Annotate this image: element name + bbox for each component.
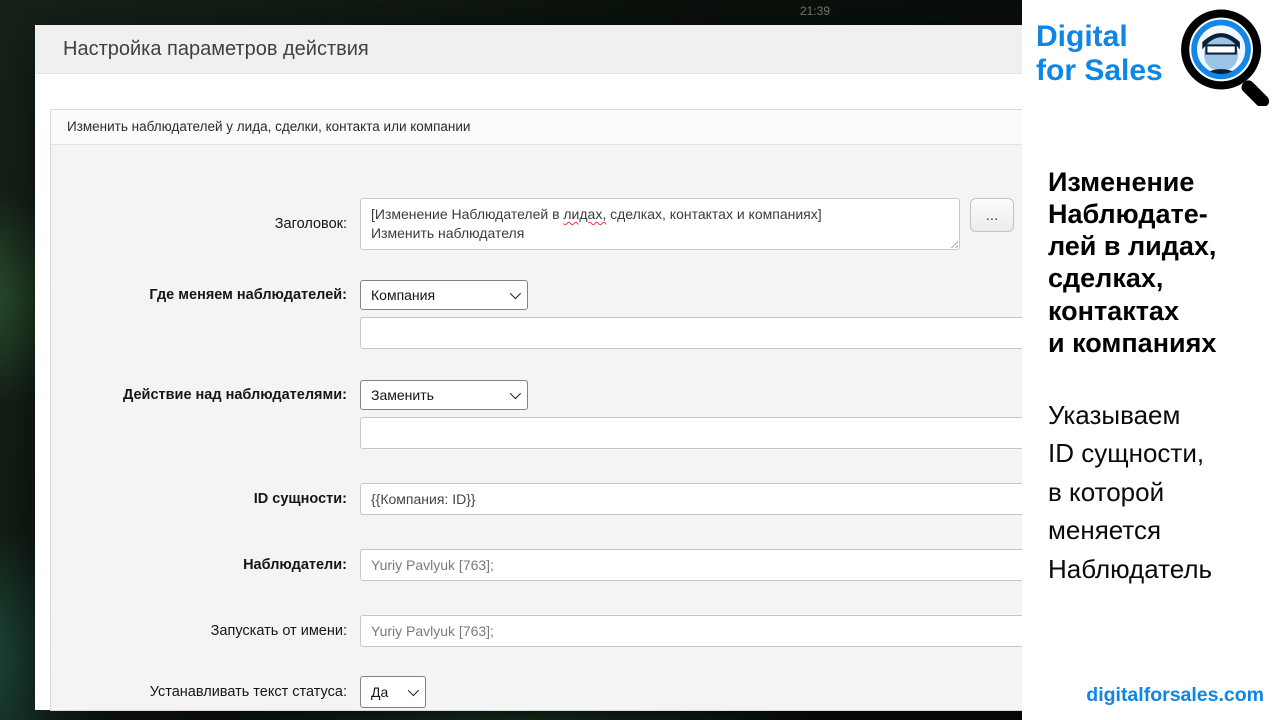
action-select-value: Заменить bbox=[371, 387, 434, 403]
form-row-entity-id: ID сущности: bbox=[51, 483, 1029, 515]
title-label: Заголовок: bbox=[51, 198, 360, 250]
website-text: digitalforsales.com bbox=[1086, 684, 1264, 707]
where-field: Компания bbox=[360, 280, 1029, 349]
form-row-action: Действие над наблюдателями: Заменить bbox=[51, 380, 1029, 449]
dialog-titlebar[interactable]: Настройка параметров действия bbox=[35, 25, 1035, 74]
entity-id-input[interactable] bbox=[360, 483, 1029, 515]
title-field: [Изменение Наблюдателей в лидах, сделках… bbox=[360, 198, 1029, 250]
clock: 21:39 bbox=[800, 4, 830, 18]
branding-panel: Digital for Sales Изменение Наблюдате- л… bbox=[1022, 0, 1280, 720]
observers-label: Наблюдатели: bbox=[51, 549, 360, 581]
action-select[interactable]: Заменить bbox=[360, 380, 528, 410]
magnifier-face-logo-icon bbox=[1177, 6, 1275, 106]
form-row-status-text: Устанавливать текст статуса: Да bbox=[51, 676, 1029, 708]
desktop: 21:39 Настройка параметров действия Изме… bbox=[0, 0, 1280, 720]
action-field: Заменить bbox=[360, 380, 1029, 449]
chevron-down-icon bbox=[408, 685, 419, 696]
title-textarea[interactable]: [Изменение Наблюдателей в лидах, сделках… bbox=[360, 198, 960, 250]
panel-headline: Изменение Наблюдате- лей в лидах, сделка… bbox=[1048, 166, 1216, 359]
observers-input[interactable] bbox=[360, 549, 1029, 581]
settings-form: Заголовок: [Изменение Наблюдателей в лид… bbox=[51, 145, 1029, 708]
entity-id-field bbox=[360, 483, 1029, 515]
form-row-where: Где меняем наблюдателей: Компания bbox=[51, 280, 1029, 349]
status-text-select[interactable]: Да bbox=[360, 676, 426, 708]
observers-field bbox=[360, 549, 1029, 581]
form-row-observers: Наблюдатели: bbox=[51, 549, 1029, 581]
status-text-label: Устанавливать текст статуса: bbox=[51, 676, 360, 708]
action-settings-dialog: Настройка параметров действия Изменить н… bbox=[35, 25, 1035, 710]
status-text-field: Да bbox=[360, 676, 1029, 708]
where-select[interactable]: Компания bbox=[360, 280, 528, 310]
dialog-title: Настройка параметров действия bbox=[63, 38, 369, 61]
run-as-label: Запускать от имени: bbox=[51, 615, 360, 647]
panel-note: Указываем ID сущности, в которой меняетс… bbox=[1048, 396, 1212, 588]
section-header: Изменить наблюдателей у лида, сделки, ко… bbox=[51, 110, 1029, 145]
title-textarea-line1: [Изменение Наблюдателей в лидах, сделках… bbox=[371, 205, 949, 224]
run-as-field bbox=[360, 615, 1029, 647]
form-row-title: Заголовок: [Изменение Наблюдателей в лид… bbox=[51, 198, 1029, 250]
resize-grip-icon[interactable] bbox=[948, 238, 958, 248]
title-textarea-line2: Изменить наблюдателя bbox=[371, 224, 949, 243]
form-row-run-as: Запускать от имени: bbox=[51, 615, 1029, 647]
chevron-down-icon bbox=[510, 388, 521, 399]
brand-name: Digital for Sales bbox=[1036, 20, 1163, 88]
where-extra-input[interactable] bbox=[360, 317, 1029, 349]
run-as-input[interactable] bbox=[360, 615, 1029, 647]
where-select-value: Компания bbox=[371, 287, 435, 303]
entity-id-label: ID сущности: bbox=[51, 483, 360, 515]
more-button[interactable]: ... bbox=[970, 198, 1014, 232]
status-text-select-value: Да bbox=[371, 684, 388, 700]
chevron-down-icon bbox=[510, 288, 521, 299]
action-label: Действие над наблюдателями: bbox=[51, 380, 360, 410]
action-extra-input[interactable] bbox=[360, 417, 1029, 449]
action-settings-panel: Изменить наблюдателей у лида, сделки, ко… bbox=[50, 109, 1030, 711]
spellcheck-word: лидах, bbox=[563, 206, 606, 222]
where-label: Где меняем наблюдателей: bbox=[51, 280, 360, 310]
